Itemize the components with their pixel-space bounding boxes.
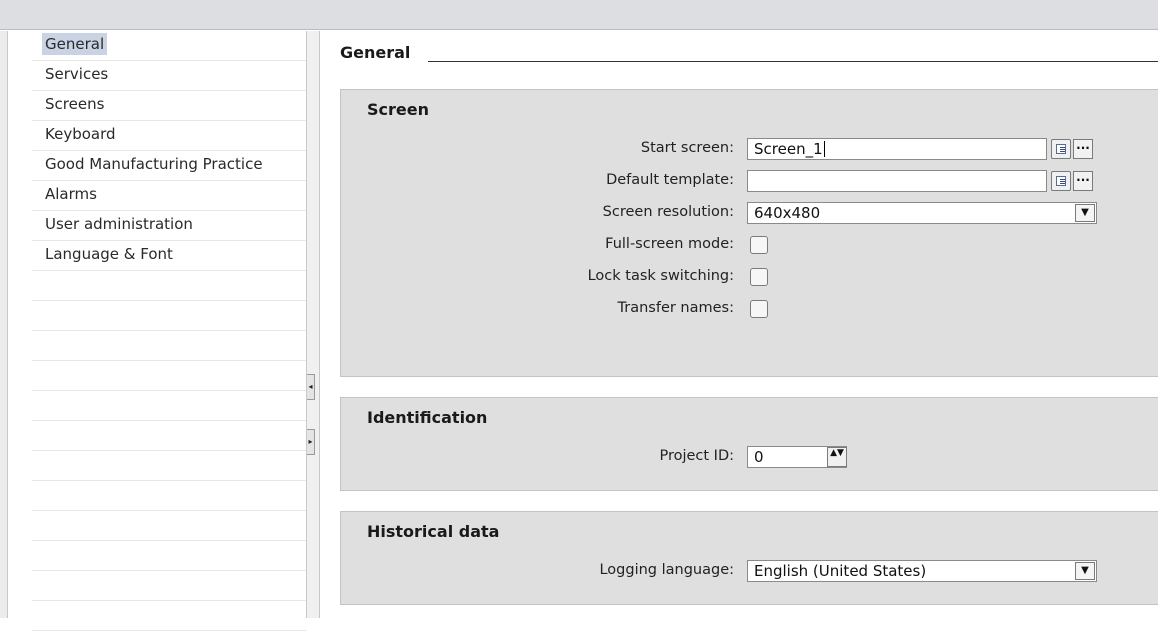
nav-row-divider [32,451,306,481]
screen-resolution-select[interactable]: 640x480 [747,202,1097,224]
top-toolbar [0,0,1158,30]
historical-data-group: Historical data Logging language: Englis… [340,511,1158,605]
nav-item-gmp[interactable]: Good Manufacturing Practice [8,149,298,179]
identification-group: Identification Project ID: 0 ▲▼ [340,397,1158,491]
settings-main: General Screen Start screen: Screen_1 ..… [320,31,1158,618]
nav-item-label: Good Manufacturing Practice [45,155,263,173]
nav-row-divider [32,331,306,361]
logging-language-label: Logging language: [599,562,734,578]
logging-language-value: English (United States) [754,562,927,580]
nav-row-divider [32,361,306,391]
project-id-label: Project ID: [659,448,734,464]
nav-item-label: General [42,33,108,55]
nav-row-divider [32,541,306,571]
lock-task-checkbox[interactable] [750,268,768,286]
group-title: Historical data [367,522,500,541]
nav-item-user-administration[interactable]: User administration [8,209,298,239]
nav-item-label: Alarms [45,185,97,203]
chevron-down-icon[interactable]: ▼ [1075,204,1095,222]
nav-item-label: User administration [45,215,193,233]
nav-row-divider [32,271,306,301]
nav-item-alarms[interactable]: Alarms [8,179,298,209]
spinner-icon[interactable]: ▲▼ [827,447,847,467]
transfer-names-label: Transfer names: [617,300,734,316]
fullscreen-checkbox[interactable] [750,236,768,254]
default-template-label: Default template: [606,172,734,188]
lock-task-label: Lock task switching: [587,268,734,284]
start-screen-value: Screen_1 [754,140,823,158]
ellipsis-button[interactable]: ... [1073,139,1093,159]
nav-row-divider [32,301,306,331]
left-gutter [0,31,8,618]
nav-item-label: Services [45,65,109,83]
fullscreen-label: Full-screen mode: [605,236,734,252]
settings-nav: General Services Screens Keyboard Good M… [8,29,306,631]
collapse-left-icon[interactable]: ◂ [307,374,315,400]
page-title: General [340,43,411,62]
nav-row-divider [32,391,306,421]
nav-item-label: Screens [45,95,105,113]
group-title: Identification [367,408,488,427]
pane-splitter[interactable]: ◂ ▸ [306,31,320,618]
screen-resolution-value: 640x480 [754,204,821,222]
start-screen-label: Start screen: [640,140,734,156]
nav-row-divider [32,571,306,601]
nav-item-language-font[interactable]: Language & Font [8,239,298,269]
nav-item-services[interactable]: Services [8,59,298,89]
nav-item-label: Language & Font [45,245,173,263]
nav-row-divider [32,481,306,511]
group-title: Screen [367,100,429,119]
logging-language-select[interactable]: English (United States) [747,560,1097,582]
list-icon[interactable] [1051,139,1071,159]
nav-row-divider [32,421,306,451]
nav-item-screens[interactable]: Screens [8,89,298,119]
expand-right-icon[interactable]: ▸ [307,429,315,455]
nav-item-general[interactable]: General [8,29,298,59]
transfer-names-checkbox[interactable] [750,300,768,318]
nav-item-label: Keyboard [45,125,116,143]
title-underline [428,61,1158,62]
text-caret [823,141,825,157]
nav-row-divider [32,511,306,541]
project-id-value: 0 [754,448,764,466]
start-screen-input[interactable]: Screen_1 [747,138,1047,160]
chevron-down-icon[interactable]: ▼ [1075,562,1095,580]
nav-item-keyboard[interactable]: Keyboard [8,119,298,149]
screen-group: Screen Start screen: Screen_1 ... Defaul… [340,89,1158,377]
ellipsis-button[interactable]: ... [1073,171,1093,191]
nav-row-divider [32,601,306,631]
list-icon[interactable] [1051,171,1071,191]
screen-resolution-label: Screen resolution: [602,204,734,220]
default-template-input[interactable] [747,170,1047,192]
